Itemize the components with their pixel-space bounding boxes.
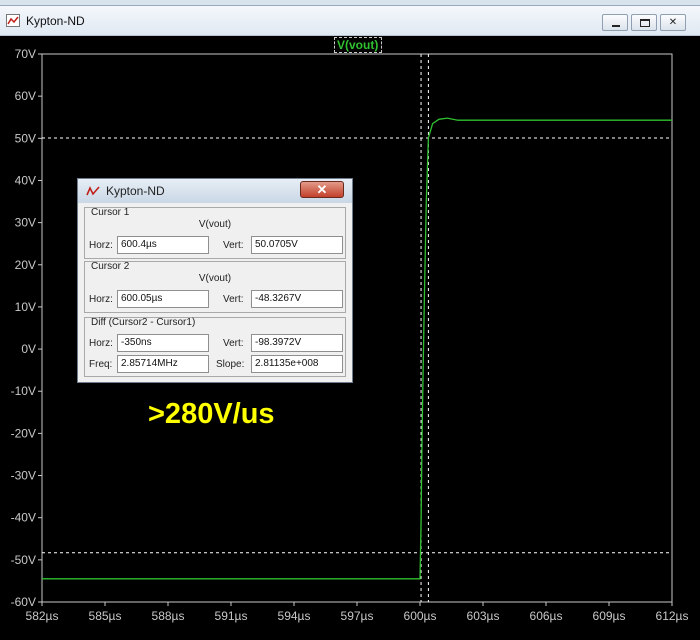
cursor1-horz-field[interactable]: 600.4µs bbox=[117, 236, 209, 254]
diff-horz-label: Horz: bbox=[89, 338, 113, 349]
close-icon: ✕ bbox=[316, 182, 328, 197]
cursor1-vert-field[interactable]: 50.0705V bbox=[251, 236, 343, 254]
dialog-title: Kypton-ND bbox=[106, 184, 165, 198]
diff-slope-label: Slope: bbox=[216, 359, 245, 370]
cursor2-horz-label: Horz: bbox=[89, 294, 113, 305]
diff-horz-field[interactable]: -350ns bbox=[117, 334, 209, 352]
minimize-icon bbox=[612, 25, 620, 27]
maximize-button[interactable] bbox=[631, 14, 657, 31]
x-tick-label: 600µs bbox=[404, 609, 437, 623]
y-tick-label: 70V bbox=[15, 47, 36, 61]
dialog-title-bar[interactable]: Kypton-ND ✕ bbox=[78, 179, 352, 203]
x-tick-label: 591µs bbox=[215, 609, 248, 623]
diff-title: Diff (Cursor2 - Cursor1) bbox=[91, 317, 196, 328]
window-title: Kypton-ND bbox=[26, 14, 85, 28]
y-tick-label: 60V bbox=[15, 89, 36, 103]
cursor2-title: Cursor 2 bbox=[91, 261, 130, 272]
cursor1-title: Cursor 1 bbox=[91, 207, 130, 218]
cursor2-group: Cursor 2 V(vout) Horz: 600.05µs Vert: -4… bbox=[84, 261, 346, 313]
x-tick-label: 612µs bbox=[656, 609, 689, 623]
minimize-button[interactable] bbox=[602, 14, 628, 31]
y-tick-label: -50V bbox=[11, 553, 36, 567]
diff-vert-label: Vert: bbox=[223, 338, 244, 349]
x-tick-label: 603µs bbox=[467, 609, 500, 623]
diff-slope-field[interactable]: 2.81135e+008 bbox=[251, 355, 343, 373]
trace-label[interactable]: V(vout) bbox=[337, 38, 378, 52]
x-tick-label: 594µs bbox=[278, 609, 311, 623]
y-tick-label: -20V bbox=[11, 426, 36, 440]
cursor1-trace: V(vout) bbox=[198, 219, 232, 230]
title-bar[interactable]: Kypton-ND ✕ bbox=[0, 6, 700, 36]
ltspice-icon bbox=[86, 186, 100, 196]
cursor2-vert-field[interactable]: -48.3267V bbox=[251, 290, 343, 308]
y-tick-label: -60V bbox=[11, 595, 36, 609]
x-tick-label: 597µs bbox=[341, 609, 374, 623]
x-tick-label: 609µs bbox=[593, 609, 626, 623]
maximize-icon bbox=[640, 19, 650, 27]
diff-vert-field[interactable]: -98.3972V bbox=[251, 334, 343, 352]
close-button[interactable]: ✕ bbox=[660, 14, 686, 31]
x-tick-label: 606µs bbox=[530, 609, 563, 623]
y-tick-label: -30V bbox=[11, 469, 36, 483]
slew-rate-annotation: >280V/us bbox=[148, 398, 275, 430]
y-tick-label: 40V bbox=[15, 173, 36, 187]
y-tick-label: 50V bbox=[15, 131, 36, 145]
x-tick-label: 585µs bbox=[89, 609, 122, 623]
diff-freq-field[interactable]: 2.85714MHz bbox=[117, 355, 209, 373]
cursor1-horz-label: Horz: bbox=[89, 240, 113, 251]
x-tick-label: 588µs bbox=[152, 609, 185, 623]
cursor-dialog[interactable]: Kypton-ND ✕ Cursor 1 V(vout) Horz: 600.4… bbox=[77, 178, 353, 383]
cursor2-horz-field[interactable]: 600.05µs bbox=[117, 290, 209, 308]
y-tick-label: 0V bbox=[21, 342, 36, 356]
app-icon bbox=[6, 14, 20, 27]
x-tick-label: 582µs bbox=[26, 609, 59, 623]
y-tick-label: 10V bbox=[15, 300, 36, 314]
y-tick-label: 20V bbox=[15, 258, 36, 272]
cursor2-vert-label: Vert: bbox=[223, 294, 244, 305]
y-tick-label: -40V bbox=[11, 511, 36, 525]
diff-freq-label: Freq: bbox=[89, 359, 113, 370]
cursor2-trace: V(vout) bbox=[198, 273, 232, 284]
cursor1-vert-label: Vert: bbox=[223, 240, 244, 251]
y-tick-label: -10V bbox=[11, 384, 36, 398]
y-tick-label: 30V bbox=[15, 216, 36, 230]
dialog-close-button[interactable]: ✕ bbox=[300, 181, 344, 198]
cursor1-group: Cursor 1 V(vout) Horz: 600.4µs Vert: 50.… bbox=[84, 207, 346, 259]
close-icon: ✕ bbox=[668, 17, 678, 28]
diff-group: Diff (Cursor2 - Cursor1) Horz: -350ns Ve… bbox=[84, 317, 346, 377]
